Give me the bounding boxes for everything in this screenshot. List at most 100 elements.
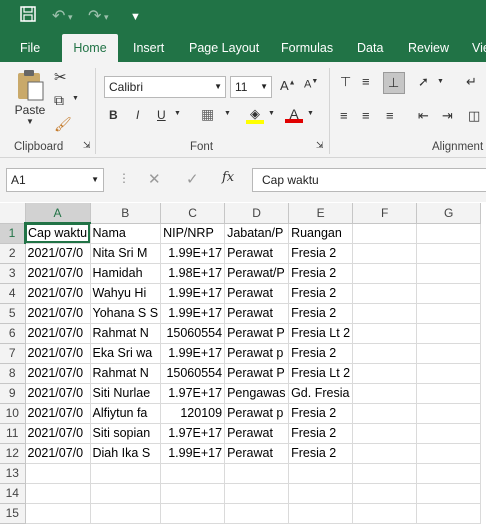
column-header[interactable]: C	[160, 203, 226, 224]
borders-icon[interactable]: ▦	[201, 106, 214, 123]
cell-C12[interactable]: 1.99E+17	[160, 443, 226, 464]
cell-C15[interactable]	[160, 503, 226, 524]
cell-D12[interactable]: Perawat	[224, 443, 290, 464]
cell-G12[interactable]	[416, 443, 482, 464]
font-color-button[interactable]: A	[285, 106, 303, 123]
cell-E6[interactable]: Fresia Lt 2	[288, 323, 354, 344]
cell-G13[interactable]	[416, 463, 482, 484]
cell-C3[interactable]: 1.98E+17	[160, 263, 226, 284]
row-header[interactable]: 13	[0, 463, 26, 484]
tab-insert[interactable]: Insert	[133, 34, 164, 62]
column-header[interactable]: D	[224, 203, 290, 224]
align-right-icon[interactable]: ≡	[386, 108, 394, 123]
middle-align-icon[interactable]: ≡	[362, 74, 370, 89]
fill-color-dropdown-icon[interactable]: ▼	[268, 110, 275, 117]
cell-G15[interactable]	[416, 503, 482, 524]
cell-C8[interactable]: 15060554	[160, 363, 226, 384]
cell-D5[interactable]: Perawat	[224, 303, 290, 324]
cell-F1[interactable]	[352, 223, 418, 244]
cell-C5[interactable]: 1.99E+17	[160, 303, 226, 324]
cell-G1[interactable]	[416, 223, 482, 244]
redo-dropdown-icon[interactable]: ▾	[104, 6, 109, 28]
cell-A9[interactable]: 2021/07/0	[25, 383, 91, 404]
increase-font-size-icon[interactable]: A▲	[280, 78, 296, 93]
redo-icon[interactable]: ↷	[88, 6, 101, 28]
column-header[interactable]: E	[288, 203, 354, 224]
cell-E8[interactable]: Fresia Lt 2	[288, 363, 354, 384]
cell-D6[interactable]: Perawat P	[224, 323, 290, 344]
cell-D15[interactable]	[224, 503, 290, 524]
cell-G2[interactable]	[416, 243, 482, 264]
cell-A4[interactable]: 2021/07/0	[25, 283, 91, 304]
cell-B1[interactable]: Nama	[90, 223, 162, 244]
cell-F10[interactable]	[352, 403, 418, 424]
cell-F15[interactable]	[352, 503, 418, 524]
cut-icon[interactable]: ✂	[54, 68, 67, 86]
font-name-box[interactable]: Calibri ▼	[104, 76, 226, 98]
cell-B15[interactable]	[90, 503, 162, 524]
row-header[interactable]: 3	[0, 263, 26, 284]
cell-D7[interactable]: Perawat p	[224, 343, 290, 364]
cell-E1[interactable]: Ruangan	[288, 223, 354, 244]
row-header[interactable]: 10	[0, 403, 26, 424]
cell-A12[interactable]: 2021/07/0	[25, 443, 91, 464]
cancel-icon[interactable]: ✕	[148, 170, 161, 188]
row-header[interactable]: 14	[0, 483, 26, 504]
cell-E9[interactable]: Gd. Fresia	[288, 383, 354, 404]
cell-D13[interactable]	[224, 463, 290, 484]
cell-E7[interactable]: Fresia 2	[288, 343, 354, 364]
cell-B10[interactable]: Alfiytun fa	[90, 403, 162, 424]
cell-F8[interactable]	[352, 363, 418, 384]
cell-G7[interactable]	[416, 343, 482, 364]
tab-file[interactable]: File	[20, 34, 40, 62]
orientation-icon[interactable]: ➚	[418, 74, 429, 90]
cell-G14[interactable]	[416, 483, 482, 504]
customize-quick-access-icon[interactable]: ▼	[130, 6, 141, 28]
cell-E10[interactable]: Fresia 2	[288, 403, 354, 424]
cell-C10[interactable]: 120109	[160, 403, 226, 424]
tab-review[interactable]: Review	[408, 34, 449, 62]
cell-G11[interactable]	[416, 423, 482, 444]
cell-B13[interactable]	[90, 463, 162, 484]
cell-C13[interactable]	[160, 463, 226, 484]
cell-D14[interactable]	[224, 483, 290, 504]
cell-A11[interactable]: 2021/07/0	[25, 423, 91, 444]
underline-dropdown-icon[interactable]: ▼	[174, 110, 181, 117]
cell-B6[interactable]: Rahmat N	[90, 323, 162, 344]
cell-C1[interactable]: NIP/NRP	[160, 223, 226, 244]
formula-input[interactable]: Cap waktu	[252, 168, 486, 192]
align-center-icon[interactable]: ≡	[362, 108, 370, 123]
cell-F6[interactable]	[352, 323, 418, 344]
cell-A15[interactable]	[25, 503, 91, 524]
cell-D3[interactable]: Perawat/P	[224, 263, 290, 284]
decrease-font-size-icon[interactable]: A▼	[304, 78, 318, 91]
cell-A6[interactable]: 2021/07/0	[25, 323, 91, 344]
row-header[interactable]: 5	[0, 303, 26, 324]
cell-D9[interactable]: Pengawas	[224, 383, 290, 404]
select-all-corner[interactable]	[0, 203, 26, 224]
cell-C6[interactable]: 15060554	[160, 323, 226, 344]
cell-C2[interactable]: 1.99E+17	[160, 243, 226, 264]
clipboard-launcher-icon[interactable]: ⇲	[83, 140, 91, 151]
cell-D8[interactable]: Perawat P	[224, 363, 290, 384]
fill-color-button[interactable]: ◈	[246, 106, 264, 124]
bottom-align-button[interactable]: ⊥	[383, 72, 405, 94]
increase-indent-icon[interactable]: ⇥	[442, 108, 453, 124]
font-launcher-icon[interactable]: ⇲	[316, 140, 324, 151]
cell-C11[interactable]: 1.97E+17	[160, 423, 226, 444]
undo-icon[interactable]: ↶	[52, 6, 65, 28]
cell-A7[interactable]: 2021/07/0	[25, 343, 91, 364]
row-header[interactable]: 8	[0, 363, 26, 384]
cell-G4[interactable]	[416, 283, 482, 304]
cell-C4[interactable]: 1.99E+17	[160, 283, 226, 304]
cell-E2[interactable]: Fresia 2	[288, 243, 354, 264]
cell-E13[interactable]	[288, 463, 354, 484]
enter-icon[interactable]: ✓	[186, 170, 199, 188]
tab-page-layout[interactable]: Page Layout	[189, 34, 259, 62]
cell-D4[interactable]: Perawat	[224, 283, 290, 304]
cell-B7[interactable]: Eka Sri wa	[90, 343, 162, 364]
orientation-dropdown-icon[interactable]: ▼	[437, 78, 444, 85]
tab-data[interactable]: Data	[357, 34, 383, 62]
cell-D2[interactable]: Perawat	[224, 243, 290, 264]
merge-center-icon[interactable]: ◫	[468, 108, 480, 124]
